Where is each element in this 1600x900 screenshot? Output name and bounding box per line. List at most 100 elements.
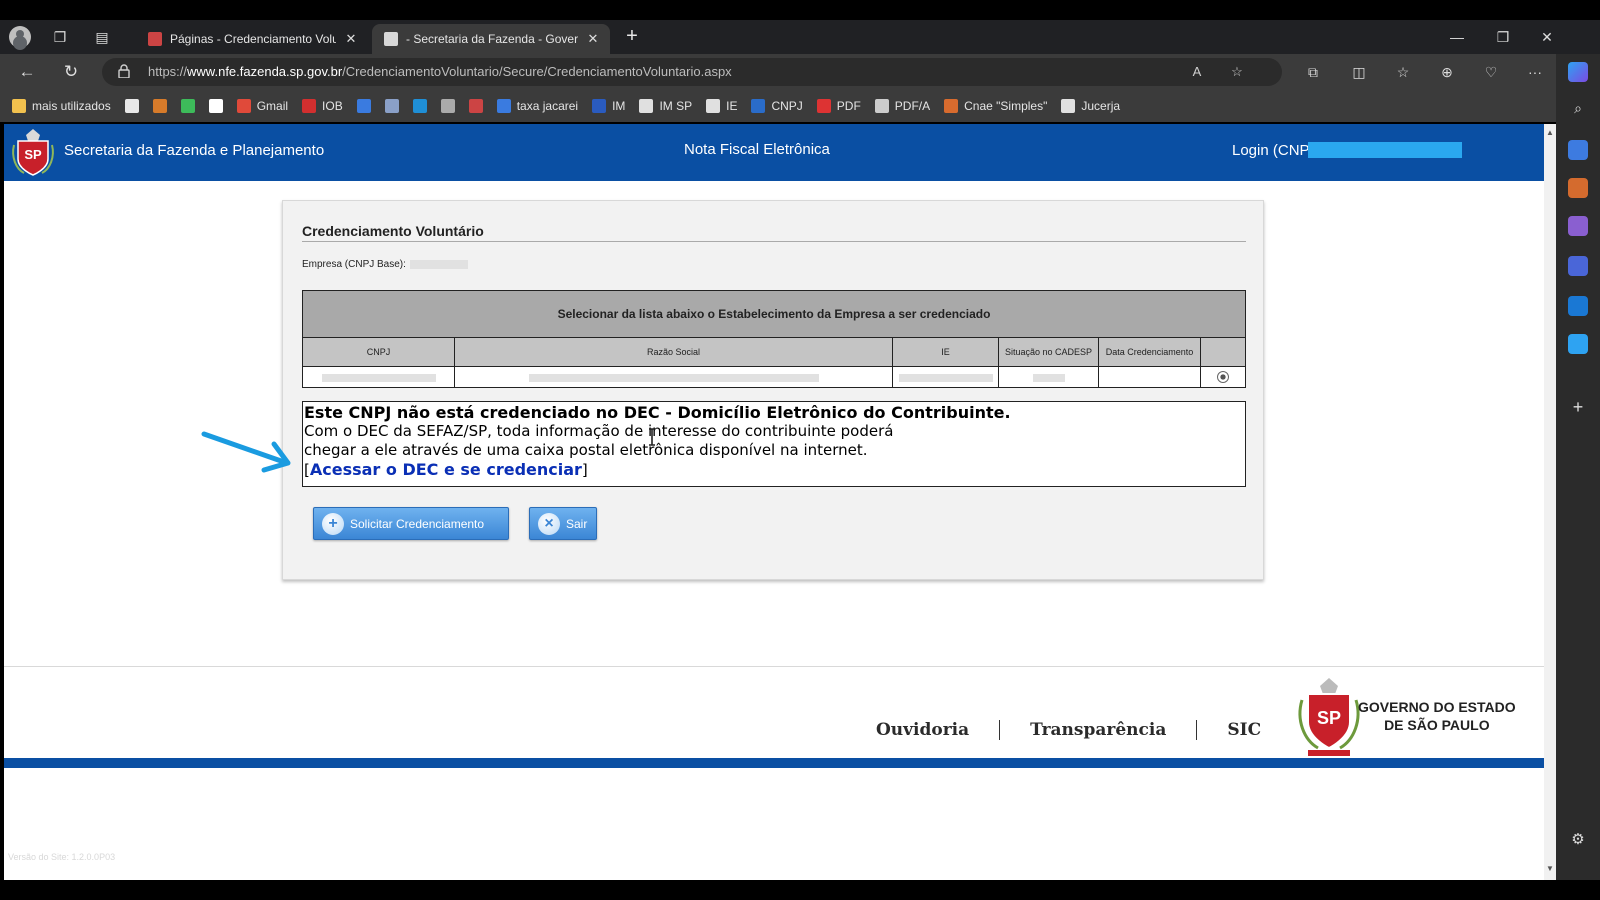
tab-close-icon[interactable]: ✕ — [344, 31, 358, 47]
tab-close-icon[interactable]: ✕ — [586, 31, 600, 47]
tab-secretaria-fazenda[interactable]: - Secretaria da Fazenda - Govern ✕ — [372, 24, 610, 54]
scroll-down-icon[interactable]: ▼ — [1546, 864, 1554, 873]
url-text: https://www.nfe.fazenda.sp.gov.br/Creden… — [148, 64, 732, 79]
sp-coat-of-arms-logo: SP — [12, 129, 54, 176]
plus-icon: + — [322, 512, 344, 535]
bookmark-label: PDF/A — [894, 99, 931, 113]
bookmark-item[interactable] — [412, 99, 427, 113]
tools-icon[interactable] — [1568, 178, 1588, 198]
scroll-up-icon[interactable]: ▲ — [1546, 128, 1554, 137]
workspaces-icon[interactable]: ❐ — [50, 27, 70, 47]
more-menu-icon[interactable]: ··· — [1524, 62, 1546, 82]
favorites-icon[interactable]: ☆ — [1392, 62, 1414, 82]
bookmark-label: IE — [726, 99, 738, 113]
button-label: Solicitar Credenciamento — [350, 516, 485, 531]
cell-select — [1200, 366, 1246, 388]
office-icon[interactable] — [1568, 256, 1588, 276]
bookmark-item[interactable]: IM — [592, 99, 625, 113]
tab-title: Páginas - Credenciamento Volunt — [170, 32, 336, 46]
bookmark-item[interactable]: Gmail — [236, 99, 289, 113]
minimize-icon[interactable]: — — [1442, 26, 1472, 48]
bookmark-item[interactable] — [356, 99, 371, 113]
iob-icon — [302, 99, 317, 113]
bookmark-item[interactable] — [468, 99, 483, 113]
column-header-data-credenciamento: Data Credenciamento — [1098, 337, 1201, 367]
settings-gear-icon[interactable]: ⚙ — [1568, 830, 1588, 850]
gov-line: GOVERNO DO ESTADO — [1358, 699, 1516, 715]
bookmark-item[interactable] — [152, 99, 167, 113]
footer-divider — [4, 666, 1544, 667]
gmail-icon — [236, 99, 251, 113]
badge-icon — [468, 99, 483, 113]
bookmark-item[interactable]: mais utilizados — [12, 99, 111, 113]
site-title: Secretaria da Fazenda e Planejamento — [64, 142, 325, 159]
bookmark-item[interactable]: Cnae "Simples" — [944, 99, 1047, 113]
acessar-dec-link[interactable]: Acessar o DEC e se credenciar — [310, 460, 582, 479]
profile-icon[interactable] — [9, 26, 31, 48]
bookmark-label: Gmail — [256, 99, 289, 113]
outlook-icon[interactable] — [1568, 296, 1588, 316]
ouvidoria-link[interactable]: Ouvidoria — [876, 720, 969, 740]
cell-data — [1098, 366, 1201, 388]
bookmark-item[interactable] — [384, 99, 399, 113]
bookmark-item[interactable]: PDF/A — [874, 99, 931, 113]
estabelecimentos-table: Selecionar da lista abaixo o Estabelecim… — [302, 290, 1246, 388]
table-caption: Selecionar da lista abaixo o Estabelecim… — [302, 290, 1246, 338]
bookmark-item[interactable]: IM SP — [639, 99, 692, 113]
read-aloud-icon[interactable]: A — [1188, 63, 1206, 81]
empresa-label: Empresa (CNPJ Base): — [302, 259, 406, 270]
bookmark-label: PDF — [836, 99, 861, 113]
new-tab-icon[interactable]: + — [622, 26, 642, 47]
page-scrollbar[interactable]: ▲ ▼ — [1544, 124, 1556, 880]
games-icon[interactable] — [1568, 216, 1588, 236]
column-header-ie: IE — [892, 337, 999, 367]
footer-blue-bar — [4, 758, 1544, 768]
restore-icon[interactable]: ❐ — [1488, 26, 1518, 48]
bookmark-item[interactable] — [124, 99, 139, 113]
bookmark-label: IM SP — [659, 99, 693, 113]
bookmark-item[interactable]: CNPJ — [751, 99, 803, 113]
performance-icon[interactable]: ♡ — [1480, 62, 1502, 82]
refresh-icon[interactable]: ↻ — [58, 60, 84, 84]
copilot-icon[interactable] — [1568, 62, 1588, 82]
sair-button[interactable]: × Sair — [529, 507, 597, 540]
site-header: SP Secretaria da Fazenda e Planejamento … — [4, 124, 1544, 181]
split-screen-icon[interactable]: ◫ — [1348, 62, 1370, 82]
address-bar[interactable]: https://www.nfe.fazenda.sp.gov.br/Creden… — [102, 58, 1282, 86]
back-icon[interactable]: ← — [14, 60, 40, 84]
transparencia-link[interactable]: Transparência — [1030, 720, 1166, 740]
bookmark-item[interactable]: Jucerja — [1061, 99, 1120, 113]
bookmark-item[interactable]: IOB — [302, 99, 343, 113]
cell-situacao — [998, 366, 1099, 388]
search-icon[interactable]: ⌕ — [1568, 100, 1588, 120]
collections-icon[interactable]: ⊕ — [1436, 62, 1458, 82]
circle-icon — [152, 99, 167, 113]
favorite-star-icon[interactable]: ☆ — [1228, 63, 1246, 81]
folder-icon — [12, 99, 26, 113]
browser-tab-strip: ❐ ▤ Páginas - Credenciamento Volunt ✕ - … — [0, 20, 1600, 54]
doc-icon — [639, 99, 654, 113]
bookmark-item[interactable] — [180, 99, 195, 113]
select-radio[interactable] — [1217, 371, 1229, 383]
credenciamento-panel: Credenciamento Voluntário Empresa (CNPJ … — [282, 200, 1264, 580]
bookmark-item[interactable]: taxa jacarei — [496, 99, 578, 113]
add-sidebar-icon[interactable]: + — [1568, 398, 1588, 418]
table-row[interactable] — [302, 366, 1246, 388]
bookmark-item[interactable] — [440, 99, 455, 113]
tab-title: - Secretaria da Fazenda - Govern — [406, 32, 578, 46]
screen-top-border — [0, 0, 1600, 20]
shopping-icon[interactable] — [1568, 140, 1588, 160]
login-cnpj-redacted — [1308, 142, 1462, 158]
send-icon[interactable] — [1568, 334, 1588, 354]
extensions-icon[interactable]: ⧉ — [1302, 62, 1324, 82]
vertical-tabs-icon[interactable]: ▤ — [92, 27, 112, 47]
bookmark-item[interactable]: PDF — [816, 99, 861, 113]
browser-toolbar: ← ↻ https://www.nfe.fazenda.sp.gov.br/Cr… — [0, 54, 1600, 90]
panel-title: Credenciamento Voluntário — [302, 223, 484, 239]
close-window-icon[interactable]: ✕ — [1532, 26, 1562, 48]
solicitar-credenciamento-button[interactable]: + Solicitar Credenciamento — [313, 507, 509, 540]
bookmark-item[interactable] — [208, 99, 223, 113]
sic-link[interactable]: SIC — [1227, 720, 1261, 740]
bookmark-item[interactable]: IE — [706, 99, 737, 113]
tab-paginas[interactable]: Páginas - Credenciamento Volunt ✕ — [136, 24, 368, 54]
